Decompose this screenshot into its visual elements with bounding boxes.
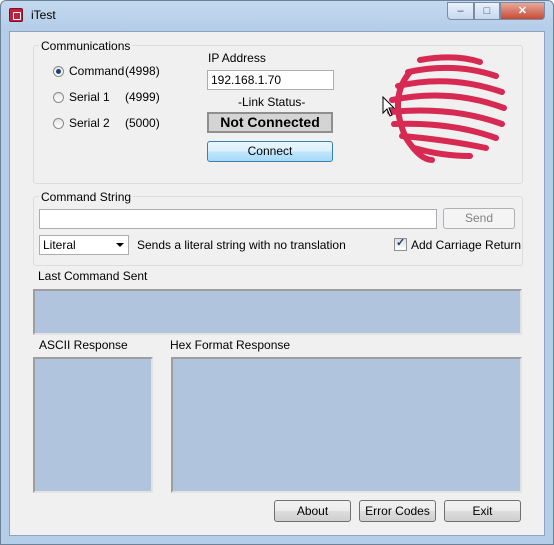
radio-command-port: (4998)	[125, 64, 160, 78]
radio-serial-1[interactable]: Serial 1	[53, 90, 110, 104]
connect-button[interactable]: Connect	[207, 141, 333, 162]
radio-serial-2-port: (5000)	[125, 116, 160, 130]
hex-response-panel[interactable]	[171, 357, 522, 493]
check-icon: ✓	[396, 237, 406, 249]
window-title: iTest	[31, 8, 56, 22]
link-status-label: -Link Status-	[238, 95, 306, 109]
app-icon[interactable]	[9, 8, 23, 22]
close-button[interactable]: ✕	[500, 2, 545, 20]
about-button[interactable]: About	[274, 500, 351, 522]
link-status-value: Not Connected	[207, 112, 333, 133]
ip-address-label: IP Address	[208, 51, 266, 65]
cursor-icon	[382, 96, 396, 117]
ascii-response-panel[interactable]	[33, 357, 153, 493]
radio-serial-2-indicator[interactable]	[53, 117, 64, 129]
radio-serial-2-label: Serial 2	[69, 116, 110, 130]
carriage-return-label[interactable]: Add Carriage Return	[411, 238, 521, 252]
title-bar[interactable]: iTest – □ ✕	[1, 1, 553, 30]
carriage-return-checkbox[interactable]: ✓	[394, 237, 407, 251]
minimize-button[interactable]: –	[447, 2, 474, 20]
radio-command[interactable]: Command	[53, 64, 124, 78]
last-command-panel	[33, 289, 522, 335]
maximize-button[interactable]: □	[474, 2, 500, 20]
last-command-label: Last Command Sent	[38, 269, 148, 283]
error-codes-button[interactable]: Error Codes	[359, 500, 436, 522]
ip-address-input[interactable]	[207, 70, 334, 90]
send-button[interactable]: Send	[443, 208, 515, 229]
communications-label: Communications	[39, 39, 133, 53]
app-window: iTest – □ ✕ Communications Command (4998…	[0, 0, 554, 545]
logo-icon	[387, 54, 507, 163]
radio-serial-2[interactable]: Serial 2	[53, 116, 110, 130]
mode-description: Sends a literal string with no translati…	[137, 238, 346, 252]
radio-serial-1-indicator[interactable]	[53, 91, 64, 103]
ascii-response-label: ASCII Response	[39, 338, 128, 352]
command-string-label: Command String	[39, 190, 134, 204]
radio-command-label: Command	[69, 64, 125, 78]
command-string-input[interactable]	[39, 209, 437, 229]
dropdown-arrow-icon[interactable]	[116, 243, 124, 247]
radio-serial-1-port: (4999)	[125, 90, 160, 104]
command-string-group	[33, 196, 523, 266]
hex-response-label: Hex Format Response	[170, 338, 291, 352]
mode-select-value: Literal	[43, 238, 76, 252]
radio-serial-1-label: Serial 1	[69, 90, 110, 104]
exit-button[interactable]: Exit	[444, 500, 521, 522]
radio-command-indicator[interactable]	[53, 65, 64, 77]
mode-select[interactable]: Literal	[39, 235, 129, 255]
client-area: Communications Command (4998) Serial 1 (…	[9, 31, 545, 536]
